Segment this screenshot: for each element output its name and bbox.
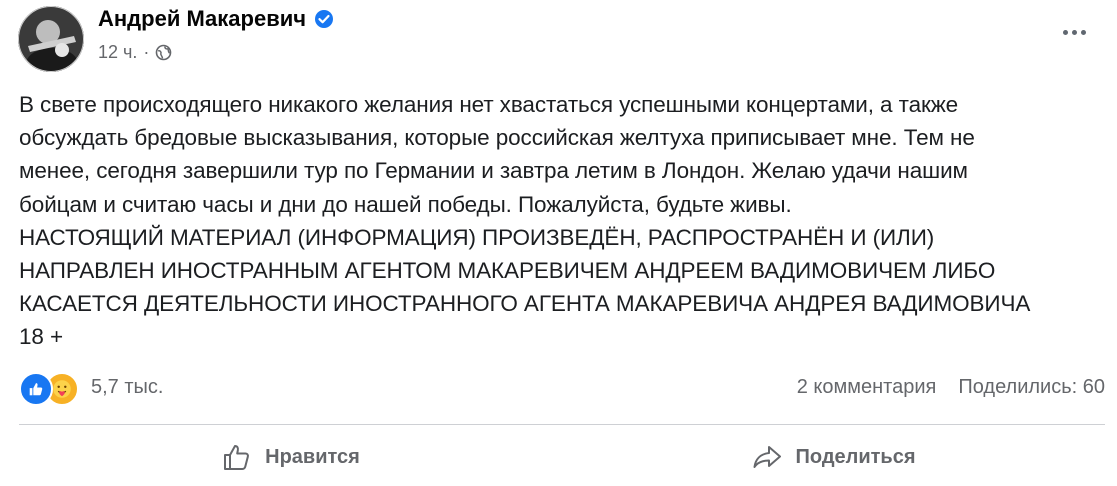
post-time[interactable]: 12 ч. [98,42,137,63]
post-text-line: обсуждать бредовые высказывания, которые… [19,125,975,151]
post-meta: 12 ч. · [98,42,172,63]
shares-count[interactable]: Поделились: 60 [958,376,1105,399]
comments-count[interactable]: 2 комментария [797,376,937,399]
like-icon [19,372,53,406]
globe-icon[interactable] [155,44,172,61]
author-name[interactable]: Андрей Макаревич [98,6,306,32]
meta-separator: · [143,42,150,62]
actions-divider [19,424,1105,425]
dot-icon [1071,29,1077,35]
share-button-label: Поделиться [795,445,916,468]
dot-icon [1080,29,1086,35]
post-text-line: КАСАЕТСЯ ДЕЯТЕЛЬНОСТИ ИНОСТРАННОГО АГЕНТ… [19,291,1031,317]
engagement-stats: 2 комментария Поделились: 60 [797,376,1105,399]
more-options-button[interactable] [1057,22,1091,42]
verified-badge-icon [314,9,334,29]
post-actions: Нравится Поделиться [19,432,1105,482]
dot-icon [1062,29,1068,35]
reactions-summary[interactable]: 5,7 тыс. [19,370,163,406]
post-text-line: 18 + [19,324,64,350]
post-text-line: бойцам и считаю часы и дни до нашей побе… [19,191,792,217]
reaction-count[interactable]: 5,7 тыс. [91,376,163,399]
author-avatar[interactable] [18,6,84,72]
post-text-line: НАСТОЯЩИЙ МАТЕРИАЛ (ИНФОРМАЦИЯ) ПРОИЗВЕД… [19,224,935,250]
avatar-image [18,6,84,72]
post-text-line: менее, сегодня завершили тур по Германии… [19,158,968,184]
share-arrow-icon [753,446,782,468]
post-text: В свете происходящего никакого желания н… [19,88,1099,354]
like-button-label: Нравится [265,445,360,468]
share-button[interactable]: Поделиться [562,432,1105,482]
post-text-line: В свете происходящего никакого желания н… [19,92,959,117]
thumbs-up-icon [224,445,250,470]
author-name-row: Андрей Макаревич [98,6,334,32]
post-text-line: НАПРАВЛЕН ИНОСТРАННЫМ АГЕНТОМ МАКАРЕВИЧЕ… [19,258,996,284]
reaction-icons [19,370,83,406]
like-button[interactable]: Нравится [19,432,562,482]
post-card: Андрей Макаревич 12 ч. · В свете происхо… [0,0,1117,486]
